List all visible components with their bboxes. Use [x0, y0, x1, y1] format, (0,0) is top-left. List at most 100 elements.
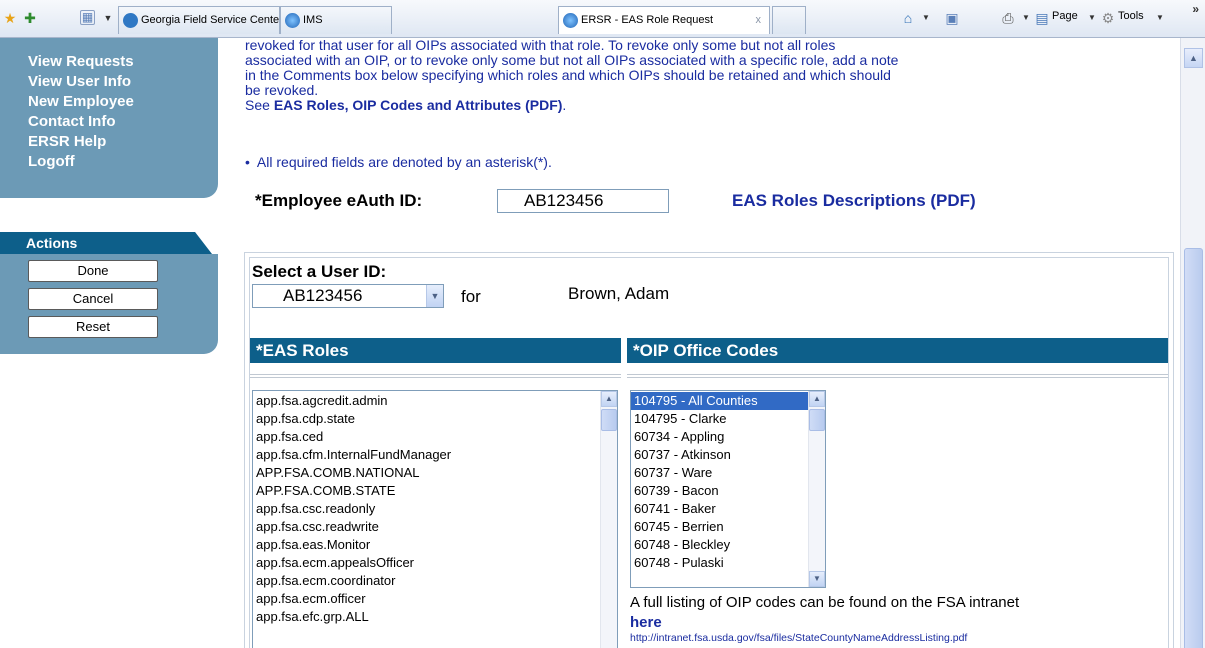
- toolbar-overflow-chevron-icon[interactable]: »: [1192, 2, 1199, 16]
- list-item[interactable]: APP.FSA.COMB.STATE: [253, 482, 617, 500]
- list-item[interactable]: 60737 - Atkinson: [631, 446, 825, 464]
- list-item[interactable]: app.fsa.csc.readonly: [253, 500, 617, 518]
- scroll-thumb[interactable]: [809, 409, 825, 431]
- list-item[interactable]: APP.FSA.COMB.NATIONAL: [253, 464, 617, 482]
- list-item[interactable]: app.fsa.cdp.state: [253, 410, 617, 428]
- see-suffix: .: [562, 97, 567, 113]
- oip-office-codes-header: *OIP Office Codes: [627, 338, 1168, 363]
- see-prefix: See: [245, 97, 274, 113]
- nav-contact-info[interactable]: Contact Info: [28, 112, 218, 132]
- tab-georgia-field-service[interactable]: Georgia Field Service Center ...: [118, 6, 280, 34]
- quick-tabs-icon[interactable]: ▦: [80, 10, 95, 25]
- list-item[interactable]: app.fsa.ced: [253, 428, 617, 446]
- user-full-name: Brown, Adam: [568, 284, 670, 303]
- list-item[interactable]: app.fsa.ecm.coordinator: [253, 572, 617, 590]
- list-item[interactable]: 60748 - Pulaski: [631, 554, 825, 572]
- browser-toolbar: ★ ✚ ▦ ▼ Georgia Field Service Center ...…: [0, 0, 1205, 38]
- instructions-text: revoked for that user for all OIPs assoc…: [245, 38, 1170, 113]
- tools-dropdown-icon[interactable]: ▼: [1152, 10, 1168, 26]
- scroll-up-icon[interactable]: ▲: [809, 391, 825, 407]
- instructions-line: be revoked.: [245, 82, 319, 98]
- list-item[interactable]: app.fsa.eas.Monitor: [253, 536, 617, 554]
- eas-roles-oip-pdf-link[interactable]: EAS Roles, OIP Codes and Attributes (PDF…: [274, 97, 563, 113]
- home-icon[interactable]: ⌂: [900, 10, 916, 26]
- list-item[interactable]: app.fsa.ecm.appealsOfficer: [253, 554, 617, 572]
- scroll-up-icon[interactable]: ▲: [601, 391, 617, 407]
- feeds-icon[interactable]: ▣: [944, 10, 960, 26]
- scroll-thumb[interactable]: [1184, 248, 1203, 648]
- user-id-select[interactable]: AB123456 ▼: [252, 284, 444, 308]
- select-user-id-label: Select a User ID:: [252, 262, 387, 281]
- done-button[interactable]: Done: [28, 260, 158, 282]
- tab-ims[interactable]: IMS: [280, 6, 392, 34]
- oip-listing-note: A full listing of OIP codes can be found…: [630, 594, 1020, 611]
- oip-divider: [627, 374, 1168, 378]
- see-line: See EAS Roles, OIP Codes and Attributes …: [245, 98, 1170, 113]
- oip-office-codes-listbox[interactable]: 104795 - All Counties 104795 - Clarke 60…: [630, 390, 826, 588]
- window-scrollbar[interactable]: ▲: [1180, 38, 1205, 648]
- tab-list-dropdown-icon[interactable]: ▼: [100, 10, 116, 26]
- favorites-star-icon[interactable]: ★: [2, 10, 18, 26]
- left-navigation: View Requests View User Info New Employe…: [0, 38, 218, 198]
- list-item[interactable]: 60745 - Berrien: [631, 518, 825, 536]
- scroll-thumb[interactable]: [601, 409, 617, 431]
- tab-label: Georgia Field Service Center ...: [141, 14, 280, 26]
- eas-roles-divider: [250, 374, 621, 378]
- page-menu-icon: ▤: [1035, 10, 1049, 26]
- list-item[interactable]: 104795 - Clarke: [631, 410, 825, 428]
- scroll-up-icon[interactable]: ▲: [1184, 48, 1203, 68]
- page-favicon-icon: [123, 13, 138, 28]
- eauth-id-input[interactable]: AB123456: [497, 189, 669, 213]
- nav-view-requests[interactable]: View Requests: [28, 52, 218, 72]
- for-label: for: [461, 287, 481, 306]
- list-item[interactable]: 60734 - Appling: [631, 428, 825, 446]
- nav-new-employee[interactable]: New Employee: [28, 92, 218, 112]
- oip-here-link[interactable]: here: [630, 614, 662, 631]
- cancel-button[interactable]: Cancel: [28, 288, 158, 310]
- home-dropdown-icon[interactable]: ▼: [918, 10, 934, 26]
- nav-logoff[interactable]: Logoff: [28, 152, 218, 172]
- instructions-line: revoked for that user for all OIPs assoc…: [245, 37, 836, 53]
- print-dropdown-icon[interactable]: ▼: [1018, 10, 1034, 26]
- list-item[interactable]: app.fsa.ecm.officer: [253, 590, 617, 608]
- required-fields-note: • All required fields are denoted by an …: [245, 154, 552, 170]
- oip-options: 104795 - All Counties 104795 - Clarke 60…: [631, 391, 825, 572]
- required-fields-text: All required fields are denoted by an as…: [256, 154, 552, 170]
- list-item[interactable]: app.fsa.efc.grp.ALL: [253, 608, 617, 626]
- list-item[interactable]: 60739 - Bacon: [631, 482, 825, 500]
- print-icon[interactable]: ⎙: [1000, 10, 1016, 26]
- oip-listing-url[interactable]: http://intranet.fsa.usda.gov/fsa/files/S…: [630, 632, 967, 644]
- list-item[interactable]: app.fsa.csc.readwrite: [253, 518, 617, 536]
- tab-ersr-eas-role-request[interactable]: ERSR - EAS Role Request x: [558, 6, 770, 34]
- chevron-down-icon[interactable]: ▼: [426, 285, 443, 307]
- tools-menu-button[interactable]: Tools: [1118, 10, 1144, 22]
- eauth-id-label: *Employee eAuth ID:: [255, 191, 423, 210]
- list-item-selected[interactable]: 104795 - All Counties: [631, 392, 825, 410]
- list-item[interactable]: app.fsa.cfm.InternalFundManager: [253, 446, 617, 464]
- add-favorites-icon[interactable]: ✚: [22, 10, 38, 26]
- eas-roles-scrollbar[interactable]: ▲: [600, 391, 617, 648]
- list-item[interactable]: 60741 - Baker: [631, 500, 825, 518]
- list-item[interactable]: 60737 - Ware: [631, 464, 825, 482]
- oip-scrollbar[interactable]: ▲ ▼: [808, 391, 825, 587]
- page-dropdown-icon[interactable]: ▼: [1084, 10, 1100, 26]
- list-item[interactable]: app.fsa.agcredit.admin: [253, 392, 617, 410]
- user-id-selected-value: AB123456: [283, 286, 363, 305]
- scroll-down-icon[interactable]: ▼: [809, 571, 825, 587]
- eas-roles-descriptions-link[interactable]: EAS Roles Descriptions (PDF): [732, 191, 976, 211]
- eas-roles-header: *EAS Roles: [250, 338, 621, 363]
- new-tab-button[interactable]: [772, 6, 806, 34]
- tab-label: ERSR - EAS Role Request: [581, 14, 714, 26]
- ie-page-icon: [563, 13, 578, 28]
- tab-close-icon[interactable]: x: [756, 7, 762, 33]
- nav-view-user-info[interactable]: View User Info: [28, 72, 218, 92]
- nav-ersr-help[interactable]: ERSR Help: [28, 132, 218, 152]
- reset-button[interactable]: Reset: [28, 316, 158, 338]
- ie-page-icon: [285, 13, 300, 28]
- eas-roles-options: app.fsa.agcredit.admin app.fsa.cdp.state…: [253, 391, 617, 626]
- page-menu-button[interactable]: Page: [1052, 10, 1078, 22]
- actions-header: Actions: [0, 232, 212, 254]
- instructions-line: in the Comments box below specifying whi…: [245, 67, 891, 83]
- eas-roles-listbox[interactable]: app.fsa.agcredit.admin app.fsa.cdp.state…: [252, 390, 618, 648]
- list-item[interactable]: 60748 - Bleckley: [631, 536, 825, 554]
